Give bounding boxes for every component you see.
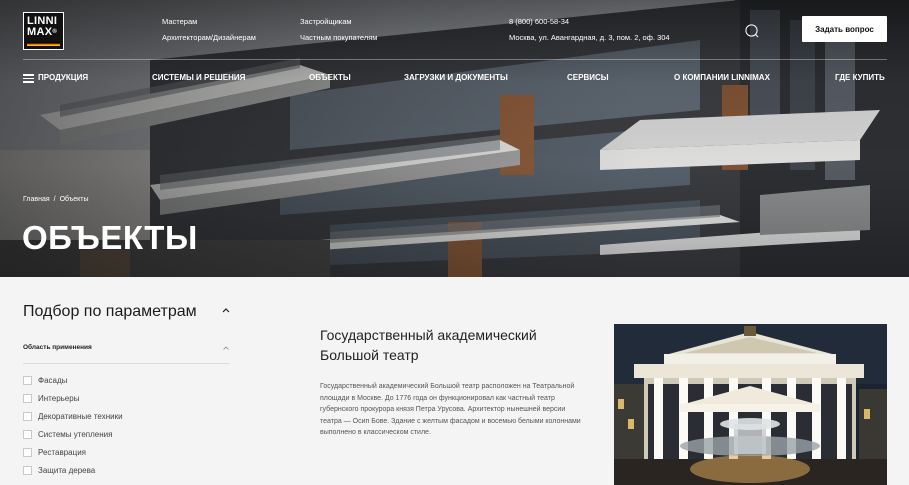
search-icon[interactable] [744, 23, 759, 38]
filter-divider [23, 363, 230, 364]
breadcrumb-home[interactable]: Главная [23, 196, 50, 203]
topbar-link-private-buyers[interactable]: Частным покупателям [300, 33, 377, 42]
object-title[interactable]: Государственный академический Большой те… [320, 325, 590, 365]
chevron-up-icon[interactable] [223, 346, 229, 350]
chevron-up-icon[interactable] [222, 307, 230, 313]
page-title: ОБЪЕКТЫ [22, 219, 198, 256]
checkbox[interactable] [23, 447, 32, 457]
nav-item-objects[interactable]: ОБЪЕКТЫ [309, 73, 351, 82]
nav-item-downloads[interactable]: ЗАГРУЗКИ И ДОКУМЕНТЫ [404, 73, 508, 82]
checkbox[interactable] [23, 465, 32, 475]
topbar-link-masters[interactable]: Мастерам [162, 17, 197, 26]
nav-item-about[interactable]: О КОМПАНИИ LINNIMAX [674, 73, 770, 82]
object-photo[interactable] [614, 324, 887, 485]
breadcrumb-current: Объекты [59, 196, 89, 203]
nav-item-where-to-buy[interactable]: ГДЕ КУПИТЬ [835, 73, 885, 82]
filter-option-restoration[interactable]: Реставрация [23, 447, 86, 457]
nav-item-systems[interactable]: СИСТЕМЫ И РЕШЕНИЯ [152, 73, 245, 82]
breadcrumb: Главная / Объекты [23, 196, 92, 203]
filter-option-interiors[interactable]: Интерьеры [23, 393, 79, 403]
checkbox[interactable] [23, 375, 32, 385]
topbar-link-developers[interactable]: Застройщикам [300, 17, 352, 26]
menu-burger-icon[interactable] [23, 74, 34, 83]
object-description: Государственный академический Большой те… [320, 383, 581, 436]
filter-option-decorative[interactable]: Декоративные техники [23, 411, 123, 421]
linnimax-logo[interactable]: LINNI MAX® [23, 12, 64, 50]
ask-question-button[interactable]: Задать вопрос [802, 16, 887, 42]
logo-flag-stripe [27, 42, 60, 46]
checkbox[interactable] [23, 411, 32, 421]
topbar-link-architects[interactable]: Архитекторам/Дизайнерам [162, 33, 256, 42]
checkbox[interactable] [23, 393, 32, 403]
nav-divider [23, 59, 887, 60]
nav-item-products[interactable]: ПРОДУКЦИЯ [38, 73, 88, 82]
breadcrumb-separator: / [53, 196, 56, 203]
nav-item-services[interactable]: СЕРВИСЫ [567, 73, 609, 82]
filter-option-facades[interactable]: Фасады [23, 375, 67, 385]
filter-title[interactable]: Подбор по параметрам [23, 303, 197, 321]
filter-option-wood-protection[interactable]: Защита дерева [23, 465, 95, 475]
logo-line-2: MAX® [27, 26, 58, 38]
filter-area-label[interactable]: Область применения [23, 344, 92, 351]
filter-option-insulation[interactable]: Системы утепления [23, 429, 112, 439]
checkbox[interactable] [23, 429, 32, 439]
topbar-phone[interactable]: 8 (800) 600-58-34 [509, 17, 569, 26]
topbar-address: Москва, ул. Авангардная, д. 3, пом. 2, о… [509, 33, 670, 42]
